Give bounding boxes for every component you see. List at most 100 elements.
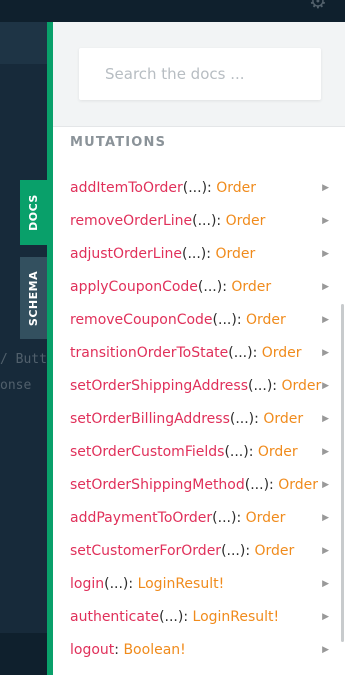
type-separator: : <box>128 576 138 592</box>
editor-line: onse <box>0 378 32 393</box>
mutation-name[interactable]: logout <box>70 642 114 658</box>
mutation-item[interactable]: authenticate(...): LoginResult! ▶ <box>70 606 335 628</box>
chevron-right-icon: ▶ <box>322 249 329 259</box>
mutation-args: (...) <box>197 279 223 295</box>
editor-header <box>0 22 50 64</box>
mutation-type[interactable]: Order <box>262 345 302 361</box>
mutation-item[interactable]: addPaymentToOrder(...): Order ▶ <box>70 507 335 529</box>
mutation-item[interactable]: transitionOrderToState(...): Order ▶ <box>70 342 335 364</box>
type-separator: : <box>245 543 255 559</box>
mutation-name[interactable]: removeOrderLine <box>70 213 192 229</box>
mutation-name[interactable]: transitionOrderToState <box>70 345 228 361</box>
chevron-right-icon: ▶ <box>322 480 329 490</box>
mutation-type[interactable]: Order <box>263 411 303 427</box>
mutation-name[interactable]: setOrderBillingAddress <box>70 411 230 427</box>
tab-docs[interactable]: DOCS <box>20 180 47 245</box>
mutation-type[interactable]: Order <box>246 312 286 328</box>
query-editor[interactable]: / Butt onse <box>0 64 50 675</box>
type-separator: : <box>254 411 264 427</box>
mutation-args: (...) <box>212 312 237 328</box>
mutation-item[interactable]: removeOrderLine(...): Order ▶ <box>70 210 335 232</box>
mutation-args: (...) <box>248 378 273 394</box>
type-separator: : <box>222 279 232 295</box>
mutation-item[interactable]: setOrderShippingMethod(...): Order ▶ <box>70 474 335 496</box>
type-separator: : <box>252 345 262 361</box>
editor-footer <box>0 633 50 675</box>
type-separator: : <box>207 180 217 196</box>
mutation-item[interactable]: setOrderBillingAddress(...): Order ▶ <box>70 408 335 430</box>
search-input[interactable]: Search the docs ... <box>79 48 321 100</box>
mutation-type[interactable]: Order <box>231 279 271 295</box>
mutation-args: (...) <box>192 213 217 229</box>
chevron-right-icon: ▶ <box>322 612 329 622</box>
tab-schema-label: SCHEMA <box>27 270 40 326</box>
mutation-name[interactable]: setOrderShippingMethod <box>70 477 245 493</box>
type-separator: : <box>183 609 193 625</box>
mutation-name[interactable]: applyCouponCode <box>70 279 198 295</box>
mutation-name[interactable]: removeCouponCode <box>70 312 213 328</box>
scrollbar-thumb[interactable] <box>341 304 344 642</box>
mutation-args: (...) <box>244 477 270 493</box>
mutation-args: (...) <box>212 510 237 526</box>
mutation-args: (...) <box>182 180 208 196</box>
mutation-type[interactable]: LoginResult! <box>138 576 225 592</box>
mutation-name[interactable]: addItemToOrder <box>70 180 183 196</box>
tab-schema[interactable]: SCHEMA <box>20 257 47 339</box>
chevron-right-icon: ▶ <box>322 381 329 391</box>
type-separator: : <box>216 213 226 229</box>
mutation-item[interactable]: applyCouponCode(...): Order ▶ <box>70 276 335 298</box>
docs-panel: Search the docs ... MUTATIONS addItemToO… <box>53 22 345 675</box>
mutation-type[interactable]: Order <box>278 477 318 493</box>
mutation-type[interactable]: Order <box>281 378 321 394</box>
mutation-type[interactable]: Order <box>258 444 298 460</box>
mutation-item[interactable]: addItemToOrder(...): Order ▶ <box>70 177 335 199</box>
chevron-right-icon: ▶ <box>322 216 329 226</box>
chevron-right-icon: ▶ <box>322 447 329 457</box>
mutation-name[interactable]: setOrderShippingAddress <box>70 378 248 394</box>
type-separator: : <box>236 312 246 328</box>
chevron-right-icon: ▶ <box>322 513 329 523</box>
mutation-name[interactable]: setOrderCustomFields <box>70 444 224 460</box>
mutation-args: (...) <box>159 609 184 625</box>
editor-line: / Butt <box>0 352 47 367</box>
mutation-args: (...) <box>224 444 249 460</box>
mutation-type[interactable]: Order <box>226 213 266 229</box>
mutation-name[interactable]: adjustOrderLine <box>70 246 182 262</box>
mutation-item[interactable]: logout: Boolean! ▶ <box>70 639 335 661</box>
chevron-right-icon: ▶ <box>322 579 329 589</box>
mutation-item[interactable]: setCustomerForOrder(...): Order ▶ <box>70 540 335 562</box>
chevron-right-icon: ▶ <box>322 282 329 292</box>
chevron-right-icon: ▶ <box>322 414 329 424</box>
mutation-name[interactable]: setCustomerForOrder <box>70 543 221 559</box>
chevron-right-icon: ▶ <box>322 315 329 325</box>
chevron-right-icon: ▶ <box>322 348 329 358</box>
mutation-item[interactable]: adjustOrderLine(...): Order ▶ <box>70 243 335 265</box>
mutation-item[interactable]: removeCouponCode(...): Order ▶ <box>70 309 335 331</box>
mutation-type[interactable]: Boolean! <box>123 642 185 658</box>
mutation-args: (...) <box>104 576 129 592</box>
mutation-type[interactable]: Order <box>216 180 256 196</box>
section-title: MUTATIONS <box>70 135 167 150</box>
mutation-type[interactable]: LoginResult! <box>193 609 280 625</box>
mutation-item[interactable]: setOrderCustomFields(...): Order ▶ <box>70 441 335 463</box>
chevron-right-icon: ▶ <box>322 645 329 655</box>
mutation-item[interactable]: login(...): LoginResult! ▶ <box>70 573 335 595</box>
mutation-name[interactable]: login <box>70 576 104 592</box>
mutation-type[interactable]: Order <box>246 510 286 526</box>
mutation-args: (...) <box>221 543 246 559</box>
chevron-right-icon: ▶ <box>322 546 329 556</box>
tab-docs-label: DOCS <box>27 194 40 231</box>
gear-icon[interactable]: ⚙ <box>309 0 327 11</box>
mutation-name[interactable]: addPaymentToOrder <box>70 510 212 526</box>
mutation-item[interactable]: setOrderShippingAddress(...): Order ▶ <box>70 375 335 397</box>
mutation-type[interactable]: Order <box>215 246 255 262</box>
type-separator: : <box>248 444 258 460</box>
mutation-args: (...) <box>229 411 255 427</box>
top-bar: ⚙ <box>0 0 345 22</box>
mutation-args: (...) <box>181 246 207 262</box>
mutation-type[interactable]: Order <box>255 543 295 559</box>
type-separator: : <box>236 510 246 526</box>
mutation-args: (...) <box>228 345 253 361</box>
type-separator: : <box>269 477 279 493</box>
mutation-name[interactable]: authenticate <box>70 609 159 625</box>
